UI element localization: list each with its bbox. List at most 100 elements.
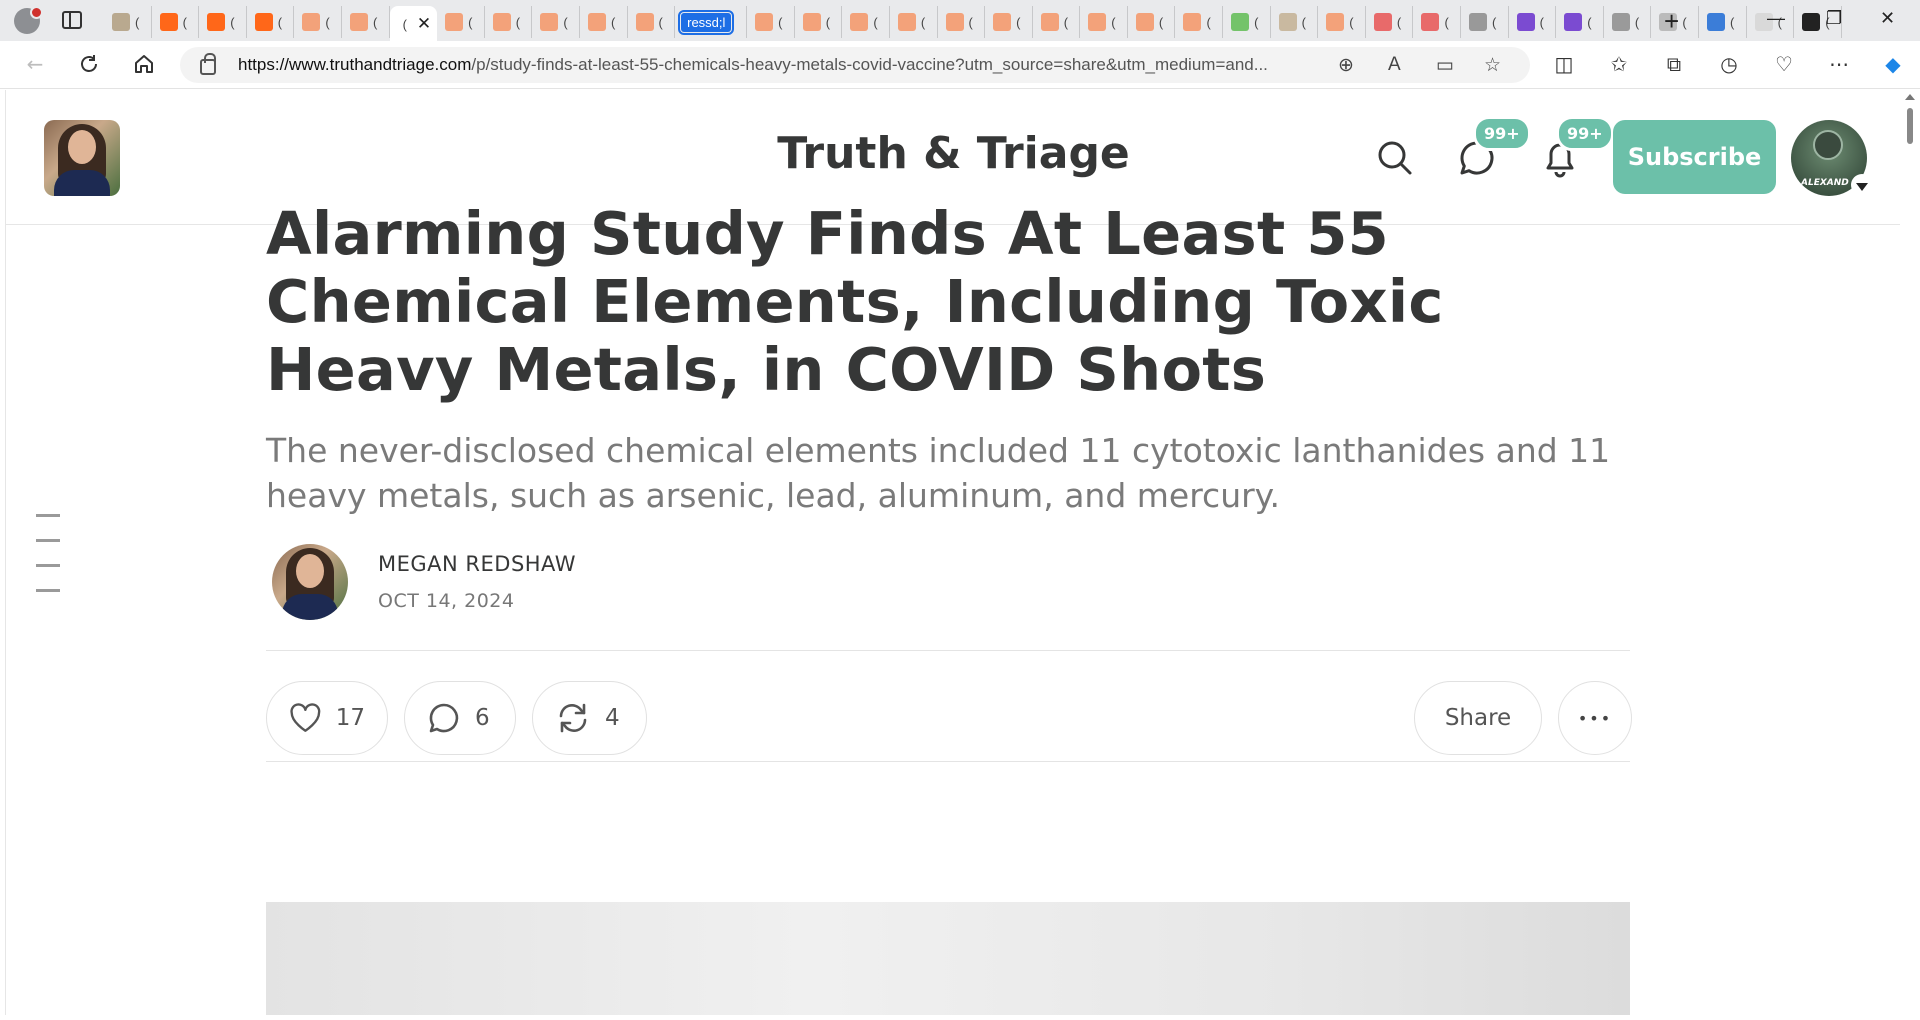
collections-icon[interactable]: ⧉ bbox=[1661, 51, 1687, 77]
tab[interactable]: ( bbox=[580, 6, 628, 38]
tab[interactable]: ( bbox=[294, 6, 342, 38]
favorite-star-icon[interactable]: ☆ bbox=[1484, 54, 1501, 77]
tab[interactable]: ( bbox=[1175, 6, 1224, 38]
immersive-reader-icon[interactable]: ▭ bbox=[1436, 54, 1454, 77]
tab[interactable]: ( bbox=[1556, 6, 1604, 38]
window-close-button[interactable]: ✕ bbox=[1880, 8, 1895, 29]
tab[interactable]: ( bbox=[795, 6, 843, 38]
comment-icon bbox=[429, 703, 459, 733]
tab[interactable]: ( bbox=[842, 6, 890, 38]
author-name[interactable]: MEGAN REDSHAW bbox=[378, 552, 576, 576]
search-icon[interactable] bbox=[1375, 138, 1415, 178]
settings-more-icon[interactable]: ⋯ bbox=[1826, 51, 1852, 77]
more-options-button[interactable]: ••• bbox=[1558, 681, 1632, 755]
tab-title: ( bbox=[230, 14, 235, 30]
tab-title: ( bbox=[1111, 14, 1116, 30]
tab[interactable]: ( bbox=[437, 6, 485, 38]
tab[interactable]: ( bbox=[485, 6, 533, 38]
minimize-button[interactable]: — bbox=[1767, 8, 1785, 29]
home-icon[interactable] bbox=[131, 51, 157, 77]
tab[interactable]: ( bbox=[1080, 6, 1128, 38]
url-input[interactable]: https://www.truthandtriage.com/p/study-f… bbox=[180, 47, 1530, 83]
tab-favicon-icon bbox=[254, 13, 273, 31]
table-of-contents-icon[interactable] bbox=[36, 514, 60, 614]
tab-favicon-icon bbox=[349, 13, 368, 31]
tab[interactable]: ( bbox=[1366, 6, 1414, 38]
lock-icon[interactable] bbox=[200, 53, 216, 75]
comment-count: 6 bbox=[475, 705, 490, 731]
author-avatar[interactable] bbox=[272, 544, 348, 620]
tab[interactable]: ( bbox=[342, 6, 390, 38]
tab-title: ( bbox=[658, 14, 663, 30]
tab[interactable]: ( bbox=[938, 6, 986, 38]
tab[interactable]: ( bbox=[1033, 6, 1081, 38]
tab[interactable]: ( bbox=[985, 6, 1033, 38]
tab-favicon-icon bbox=[635, 13, 654, 31]
tab-favicon-icon bbox=[1183, 13, 1202, 31]
tab[interactable]: ( bbox=[1271, 6, 1319, 38]
tab[interactable]: ( bbox=[1461, 6, 1509, 38]
byline: MEGAN REDSHAW OCT 14, 2024 bbox=[266, 544, 1636, 624]
tab-active[interactable]: (✕ bbox=[389, 6, 438, 42]
close-icon[interactable]: ✕ bbox=[417, 14, 431, 34]
tab-favicon-icon bbox=[993, 13, 1012, 31]
split-screen-icon[interactable]: ◫ bbox=[1551, 51, 1577, 77]
tab-favicon-icon bbox=[1707, 13, 1725, 31]
chevron-down-icon[interactable] bbox=[1851, 174, 1873, 196]
tab-favicon-icon bbox=[1088, 13, 1107, 31]
favorites-icon[interactable]: ✩ bbox=[1606, 51, 1632, 77]
tab-favicon-icon bbox=[112, 13, 130, 31]
tab-title: ( bbox=[1634, 14, 1640, 30]
tab[interactable]: ressd;l bbox=[675, 6, 748, 38]
tab-favicon-icon bbox=[850, 13, 869, 31]
new-tab-button[interactable]: + bbox=[1664, 6, 1679, 37]
tab[interactable]: ( bbox=[628, 6, 676, 38]
tab-list: (((((((✕(((((ressd;l((((((((((((((((((((… bbox=[104, 5, 1842, 42]
tab-favicon-icon bbox=[302, 13, 321, 31]
like-count: 17 bbox=[335, 705, 365, 731]
restack-button[interactable]: 4 bbox=[532, 681, 647, 755]
scroll-up-icon[interactable] bbox=[1905, 94, 1915, 100]
tab[interactable]: ( bbox=[1128, 6, 1176, 38]
copilot-icon[interactable]: ◆ bbox=[1880, 51, 1906, 77]
tab-actions-icon[interactable] bbox=[62, 11, 82, 29]
tab[interactable]: ( bbox=[1509, 6, 1557, 38]
tab-title: ( bbox=[825, 14, 831, 30]
tab[interactable]: ( bbox=[1318, 6, 1366, 38]
tab-title: ( bbox=[1587, 14, 1592, 30]
zoom-icon[interactable]: ⊕ bbox=[1338, 54, 1354, 77]
tab[interactable]: ( bbox=[1413, 6, 1462, 38]
tab-favicon-icon bbox=[492, 13, 511, 31]
tab-favicon-icon bbox=[1135, 13, 1154, 31]
heart-icon bbox=[290, 703, 321, 732]
tab[interactable]: ( bbox=[532, 6, 580, 38]
tab-title: ( bbox=[1206, 14, 1211, 30]
article-title: Alarming Study Finds At Least 55 Chemica… bbox=[266, 199, 1444, 404]
page-scrollbar[interactable] bbox=[1900, 90, 1920, 1020]
tab[interactable]: ( bbox=[890, 6, 938, 38]
back-icon[interactable]: ← bbox=[22, 51, 48, 77]
tab[interactable]: ( bbox=[152, 6, 200, 38]
profile-icon[interactable] bbox=[14, 6, 43, 34]
tab[interactable]: ( bbox=[1604, 6, 1652, 38]
tab-title: ( bbox=[1016, 14, 1021, 30]
history-icon[interactable]: ◷ bbox=[1716, 51, 1742, 77]
like-button[interactable]: 17 bbox=[266, 681, 388, 755]
tab[interactable]: ( bbox=[1223, 6, 1271, 38]
performance-icon[interactable]: ♡ bbox=[1771, 51, 1797, 77]
comment-button[interactable]: 6 bbox=[404, 681, 516, 755]
tab[interactable]: ( bbox=[1699, 6, 1747, 38]
tab[interactable]: ( bbox=[199, 6, 247, 38]
tab-title: ( bbox=[873, 14, 878, 30]
scrollbar-thumb[interactable] bbox=[1907, 108, 1913, 144]
restore-button[interactable]: ❐ bbox=[1826, 8, 1842, 29]
tab[interactable]: ( bbox=[247, 6, 295, 38]
tab-title: ( bbox=[1254, 14, 1259, 30]
tab[interactable]: ( bbox=[104, 6, 152, 38]
subscribe-button[interactable]: Subscribe bbox=[1613, 120, 1776, 194]
tab[interactable]: ( bbox=[747, 6, 795, 38]
tab-favicon-icon bbox=[587, 13, 606, 31]
read-aloud-icon[interactable]: A bbox=[1388, 54, 1401, 76]
share-button[interactable]: Share bbox=[1414, 681, 1542, 755]
refresh-icon[interactable] bbox=[76, 51, 102, 77]
